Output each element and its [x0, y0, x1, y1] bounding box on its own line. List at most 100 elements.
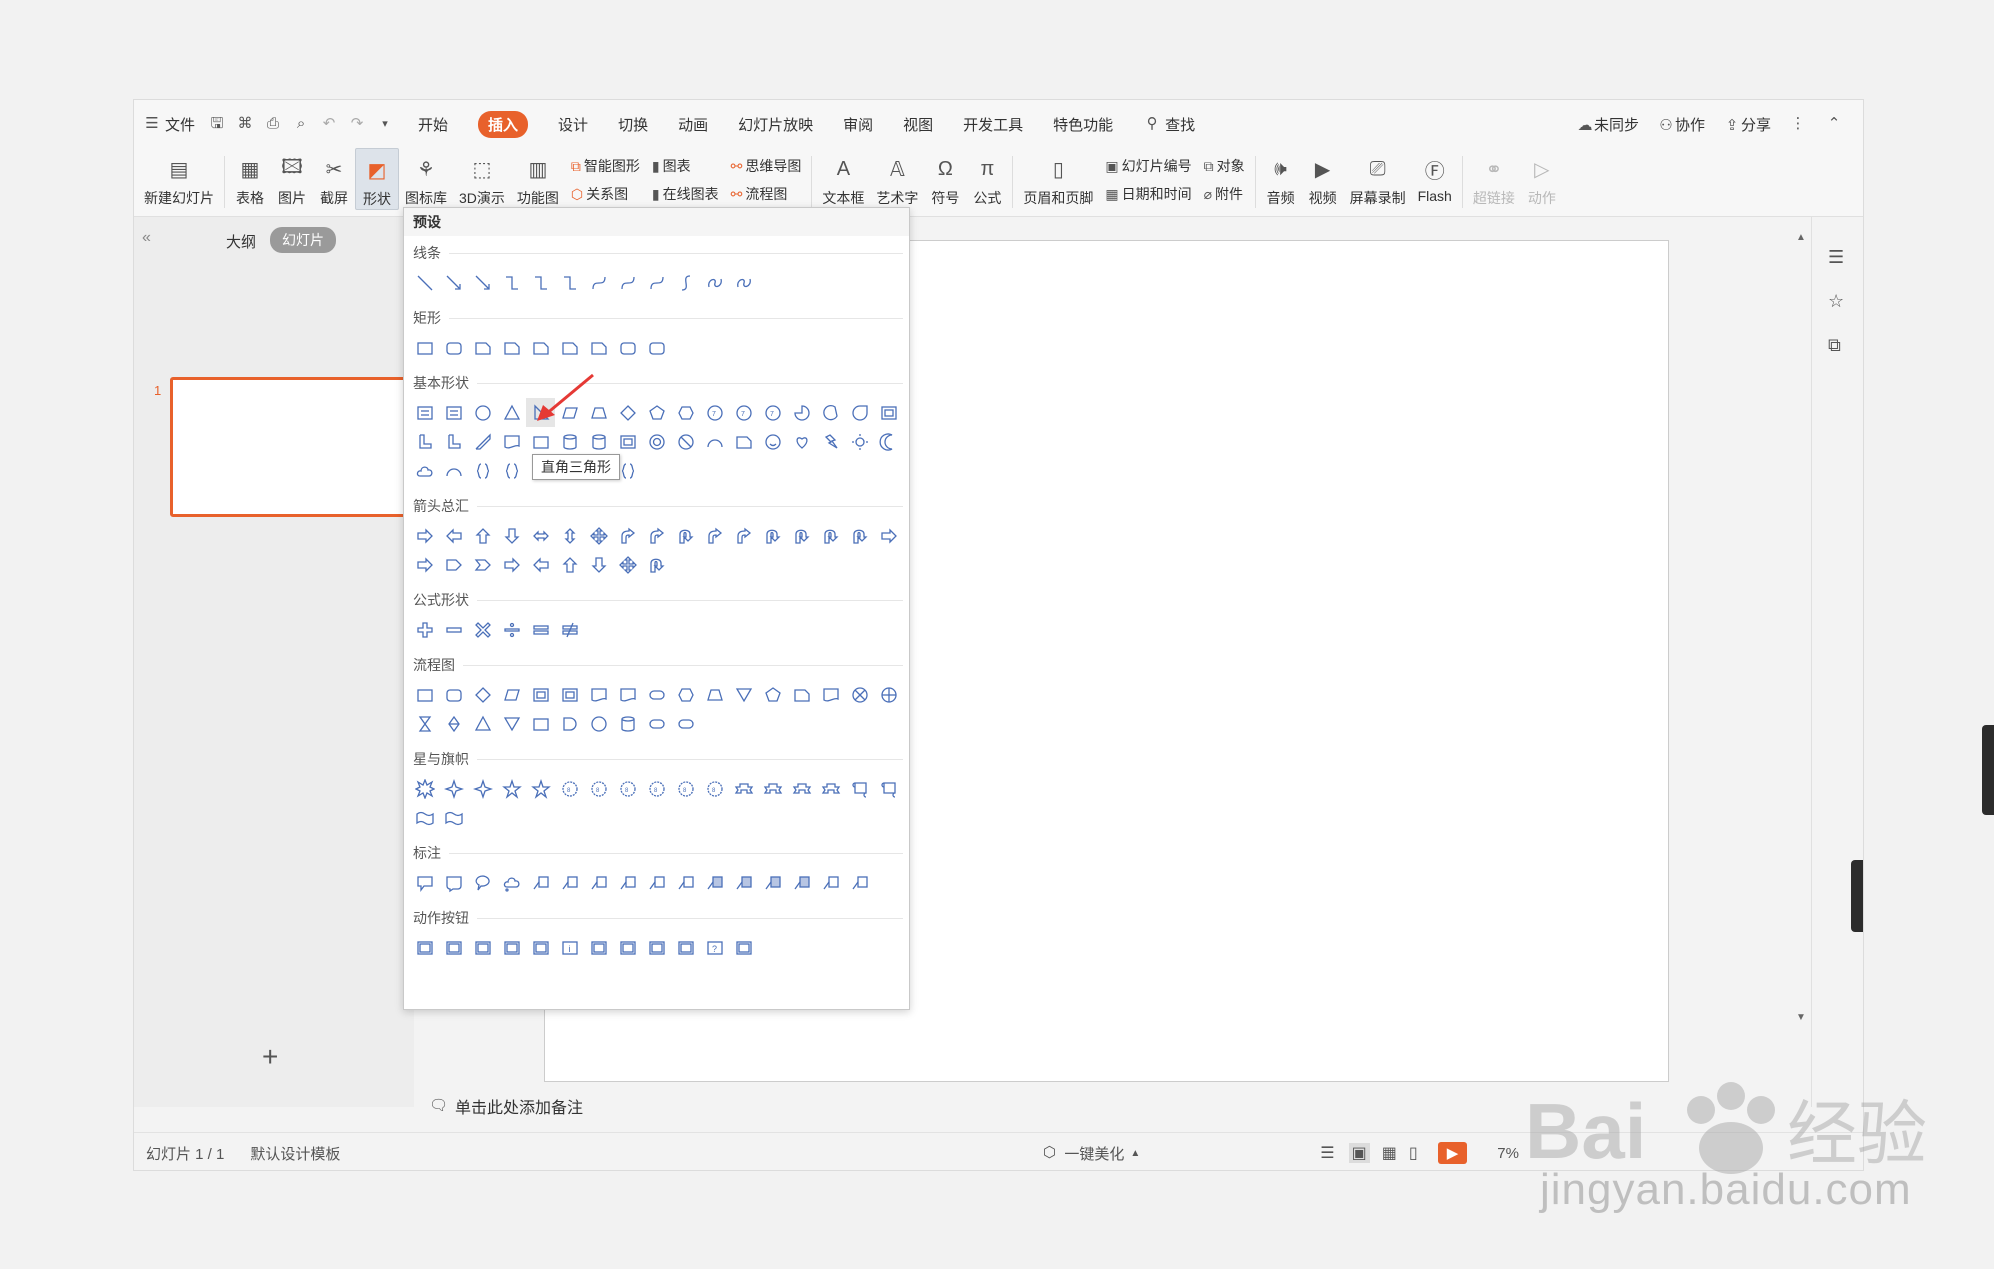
- diamond-shape[interactable]: [613, 398, 642, 427]
- starn-shape[interactable]: 8: [671, 774, 700, 803]
- format-painter-icon[interactable]: ⌘: [236, 115, 254, 133]
- starn-shape[interactable]: 8: [555, 774, 584, 803]
- udarrow-shape[interactable]: [555, 521, 584, 550]
- bcall-shape[interactable]: [787, 868, 816, 897]
- cloud-shape[interactable]: [410, 456, 439, 485]
- redo-icon[interactable]: ↷: [348, 115, 366, 133]
- delay-shape[interactable]: [555, 709, 584, 738]
- rrect-shape[interactable]: [642, 333, 671, 362]
- play-button[interactable]: ▶: [1437, 1142, 1468, 1164]
- audio-button[interactable]: 🕪 音频: [1260, 148, 1302, 208]
- abtn-shape[interactable]: [410, 933, 439, 962]
- video-button[interactable]: ▶ 视频: [1302, 148, 1344, 208]
- notes-area[interactable]: 🗨 单击此处添加备注: [419, 1090, 1799, 1122]
- doc-shape[interactable]: [584, 680, 613, 709]
- abtn-shape[interactable]: [439, 933, 468, 962]
- tab-design[interactable]: 设计: [543, 100, 603, 148]
- reading-view-icon[interactable]: ▯: [1409, 1143, 1418, 1163]
- burst-shape[interactable]: [410, 774, 439, 803]
- callc-shape[interactable]: [497, 868, 526, 897]
- lcall-shape[interactable]: [642, 868, 671, 897]
- symbol-button[interactable]: Ω 符号: [924, 148, 966, 208]
- elbow-shape[interactable]: [555, 268, 584, 297]
- rarrow-shape[interactable]: [874, 521, 903, 550]
- rect-shape[interactable]: [410, 680, 439, 709]
- frame-shape[interactable]: [613, 427, 642, 456]
- plus-shape[interactable]: [410, 615, 439, 644]
- abtn-shape[interactable]: [729, 933, 758, 962]
- uturn-shape[interactable]: [642, 550, 671, 579]
- sun-shape[interactable]: [845, 427, 874, 456]
- diag-shape[interactable]: [468, 427, 497, 456]
- lcall-shape[interactable]: [584, 868, 613, 897]
- tab-outline[interactable]: 大纲: [226, 231, 256, 252]
- abtn-shape[interactable]: [526, 933, 555, 962]
- bent-shape[interactable]: [613, 521, 642, 550]
- chart-button[interactable]: ▮ 图表: [652, 156, 719, 176]
- equal-shape[interactable]: [526, 615, 555, 644]
- tri-shape[interactable]: [497, 398, 526, 427]
- term-shape[interactable]: [642, 680, 671, 709]
- snip-shape[interactable]: [729, 427, 758, 456]
- doc-shape[interactable]: [816, 680, 845, 709]
- formula-button[interactable]: π 公式: [966, 148, 1008, 208]
- more-icon[interactable]: ⋮: [1789, 115, 1807, 133]
- abtn-shape[interactable]: [584, 933, 613, 962]
- uarrow-shape[interactable]: [468, 521, 497, 550]
- pent-shape[interactable]: [758, 680, 787, 709]
- abtn-shape[interactable]: [642, 933, 671, 962]
- file-menu[interactable]: ☰ 文件: [134, 100, 204, 148]
- lshape-shape[interactable]: [410, 427, 439, 456]
- bent-shape[interactable]: [729, 521, 758, 550]
- tab-view[interactable]: 视图: [888, 100, 948, 148]
- divide-shape[interactable]: [497, 615, 526, 644]
- num-shape[interactable]: 7: [700, 398, 729, 427]
- term-shape[interactable]: [671, 709, 700, 738]
- cyl-shape[interactable]: [555, 427, 584, 456]
- starn-shape[interactable]: 8: [613, 774, 642, 803]
- lcall-shape[interactable]: [613, 868, 642, 897]
- heart-shape[interactable]: [787, 427, 816, 456]
- invtri-shape[interactable]: [497, 709, 526, 738]
- curve-shape[interactable]: [642, 268, 671, 297]
- lcall-shape[interactable]: [845, 868, 874, 897]
- frame-shape[interactable]: [874, 398, 903, 427]
- shape-button[interactable]: ◩ 形状: [355, 148, 399, 210]
- share-button[interactable]: ⇪ 分享: [1723, 114, 1771, 135]
- trap-shape[interactable]: [700, 680, 729, 709]
- normal-view-icon[interactable]: ▣: [1348, 1143, 1370, 1163]
- datetime-button[interactable]: ▦ 日期和时间: [1105, 184, 1191, 204]
- lshape-shape[interactable]: [439, 427, 468, 456]
- new-slide-button[interactable]: ▤ 新建幻灯片: [134, 148, 220, 208]
- larrow-shape[interactable]: [526, 550, 555, 579]
- snip-shape[interactable]: [526, 333, 555, 362]
- moon-shape[interactable]: [874, 427, 903, 456]
- notes-toggle-icon[interactable]: ☰: [1320, 1143, 1334, 1163]
- arc-shape[interactable]: [439, 456, 468, 485]
- rarrow-shape[interactable]: [410, 521, 439, 550]
- properties-icon[interactable]: ☰: [1828, 247, 1844, 268]
- times-shape[interactable]: [468, 615, 497, 644]
- diamond-shape[interactable]: [468, 680, 497, 709]
- abtn-shape[interactable]: [671, 933, 700, 962]
- snip-shape[interactable]: [787, 680, 816, 709]
- curve-shape[interactable]: [613, 268, 642, 297]
- neq-shape[interactable]: [555, 615, 584, 644]
- starn-shape[interactable]: 8: [584, 774, 613, 803]
- wordart-button[interactable]: 𝔸 艺术字: [870, 148, 924, 208]
- tab-slideshow[interactable]: 幻灯片放映: [723, 100, 828, 148]
- rrect-shape[interactable]: [439, 680, 468, 709]
- chord-shape[interactable]: [816, 398, 845, 427]
- textbox-shape[interactable]: [410, 398, 439, 427]
- slide-number-button[interactable]: ▣ 幻灯片编号: [1105, 156, 1191, 176]
- search-box[interactable]: ⚲ 查找: [1128, 100, 1210, 148]
- hyperlink-button[interactable]: ⚭ 超链接: [1467, 148, 1521, 208]
- pie-shape[interactable]: [787, 398, 816, 427]
- sorter-view-icon[interactable]: ▦: [1382, 1143, 1397, 1163]
- bolt-shape[interactable]: [816, 427, 845, 456]
- ribbon-shape[interactable]: [816, 774, 845, 803]
- chevron-down-icon[interactable]: ▾: [376, 115, 394, 133]
- header-footer-button[interactable]: ▯ 页眉和页脚: [1017, 148, 1099, 208]
- free-shape[interactable]: [700, 268, 729, 297]
- arrowline-shape[interactable]: [468, 268, 497, 297]
